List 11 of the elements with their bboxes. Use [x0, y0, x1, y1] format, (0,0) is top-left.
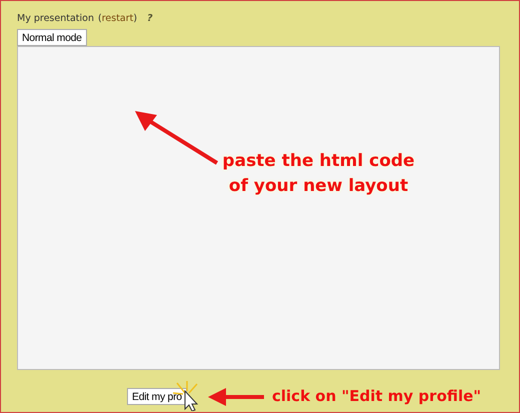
closing-parenthesis: )	[133, 12, 138, 24]
html-code-field[interactable]	[17, 46, 500, 370]
annotation-text: paste the html code of your new layout	[221, 150, 416, 198]
annotation-text: click on "Edit my profile"	[272, 387, 482, 405]
restart-link[interactable]: restart	[102, 12, 134, 24]
opening-parenthesis: (	[98, 12, 102, 24]
edit-profile-button[interactable]: Edit my pro	[127, 388, 187, 405]
help-icon[interactable]: ?	[147, 12, 153, 24]
arrow-icon	[208, 387, 264, 407]
presentation-title: My presentation	[17, 12, 94, 24]
normal-mode-button[interactable]: Normal mode	[17, 29, 87, 46]
